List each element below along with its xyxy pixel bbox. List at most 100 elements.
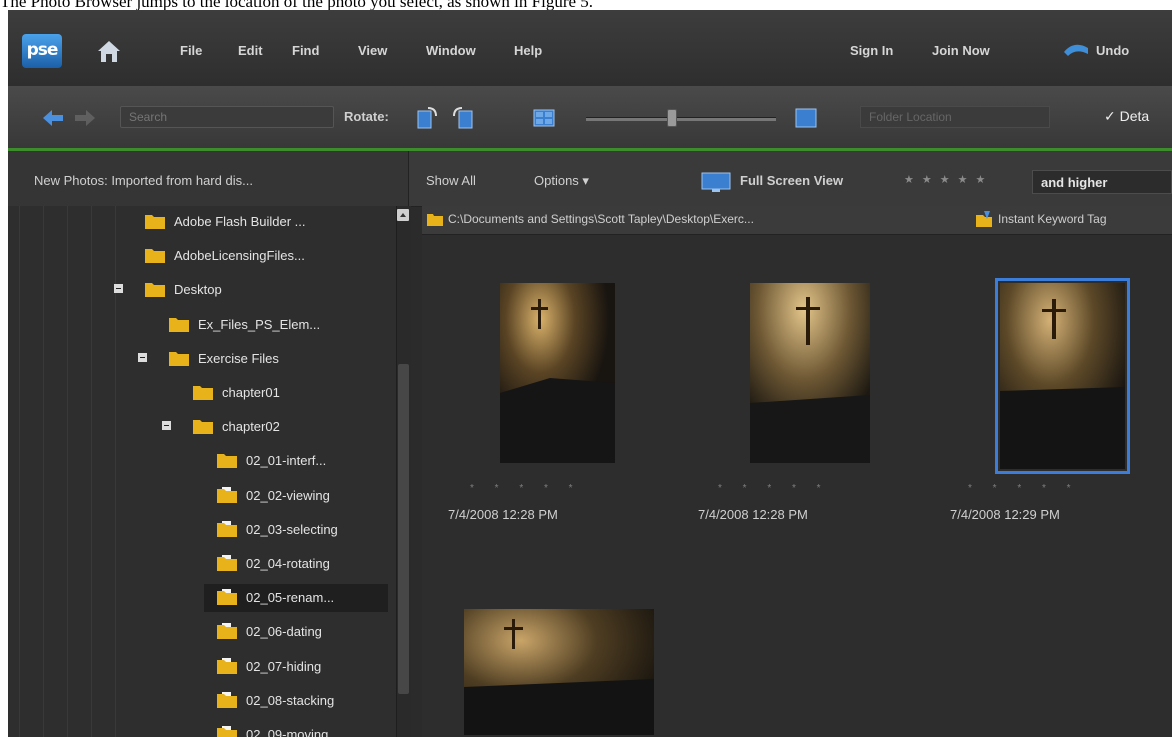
photo-thumbnail[interactable] <box>500 283 615 463</box>
folder-location-field[interactable]: Folder Location <box>860 106 1050 128</box>
rotate-right-icon[interactable] <box>452 106 476 130</box>
home-icon[interactable] <box>96 38 122 64</box>
folder-icon <box>217 454 237 469</box>
rotate-label: Rotate: <box>344 109 389 124</box>
folder-tree-item[interactable]: 02_05-renam... <box>204 584 388 613</box>
photo-grid: * * * * * 7/4/2008 12:28 PM * * * * * 7/… <box>422 235 1172 737</box>
collapse-toggle-icon[interactable] <box>138 352 147 362</box>
sign-in-link[interactable]: Sign In <box>850 43 893 58</box>
folder-tree-item[interactable]: 02_09-moving <box>8 721 388 737</box>
folder-tree-label: chapter01 <box>222 385 280 400</box>
options-menu[interactable]: Options ▾ <box>534 173 589 189</box>
photo-date: 7/4/2008 12:29 PM <box>950 507 1060 522</box>
folder-icon <box>217 589 237 606</box>
folder-tree-item[interactable]: 02_01-interf... <box>8 447 388 475</box>
photo-rating[interactable]: * * * * * <box>470 483 582 494</box>
folder-tree-item[interactable]: 02_07-hiding <box>8 653 388 681</box>
menu-help[interactable]: Help <box>514 43 542 58</box>
folder-icon <box>217 726 237 737</box>
folder-tree-item[interactable]: 02_04-rotating <box>8 550 388 578</box>
folder-tree-label: Adobe Flash Builder ... <box>174 214 306 229</box>
folder-tree-item[interactable]: Exercise Files <box>8 345 388 373</box>
photo-thumbnail-selected[interactable] <box>995 278 1130 474</box>
photo-rating[interactable]: * * * * * <box>718 483 830 494</box>
folder-tree-item[interactable]: chapter01 <box>8 379 388 407</box>
search-input[interactable] <box>120 106 334 128</box>
folder-icon <box>217 486 237 503</box>
rating-filter-stars[interactable]: ★★★★★ <box>904 173 993 186</box>
figure-caption: The Photo Browser jumps to the location … <box>0 0 594 10</box>
path-bar: C:\Documents and Settings\Scott Tapley\D… <box>422 206 1172 235</box>
folder-icon <box>145 249 165 264</box>
photo-thumbnail[interactable] <box>750 283 870 463</box>
folder-tree-item[interactable]: chapter02 <box>8 413 388 441</box>
menu-bar: pse File Edit Find View Window Help Sign… <box>8 10 1172 86</box>
folder-tree-label: 02_05-renam... <box>246 590 335 606</box>
details-label: Deta <box>1119 108 1150 124</box>
scroll-thumb[interactable] <box>398 364 409 694</box>
scroll-up-button[interactable] <box>397 209 409 221</box>
folder-icon <box>169 317 189 332</box>
folder-icon <box>217 520 237 537</box>
folder-tree-item[interactable]: Desktop <box>8 276 388 304</box>
folder-tree-label: 02_07-hiding <box>246 658 322 674</box>
rotate-left-icon[interactable] <box>414 106 438 130</box>
folder-tree-item[interactable]: 02_06-dating <box>8 618 388 646</box>
folder-icon <box>427 214 443 226</box>
back-arrow-icon[interactable] <box>42 109 64 127</box>
folder-tree-label: chapter02 <box>222 419 280 435</box>
folder-icon <box>145 283 165 298</box>
folder-tree-label: Desktop <box>174 282 222 298</box>
rating-filter-select[interactable]: and higher <box>1032 170 1172 194</box>
instant-keyword-tag-button[interactable]: Instant Keyword Tag <box>998 212 1107 226</box>
details-checkbox[interactable]: ✓ Deta <box>1104 108 1149 125</box>
folder-icon <box>193 386 213 400</box>
photo-browser-window: pse File Edit Find View Window Help Sign… <box>8 10 1172 737</box>
undo-icon[interactable] <box>1060 40 1092 60</box>
import-batch-label[interactable]: New Photos: Imported from hard dis... <box>34 173 253 188</box>
folder-tree-label: 02_09-moving <box>246 727 329 737</box>
folder-tree-item[interactable]: 02_03-selecting <box>8 516 388 544</box>
folder-tree-item[interactable]: Adobe Flash Builder ... <box>8 208 388 236</box>
folder-icon <box>217 691 237 708</box>
photo-date: 7/4/2008 12:28 PM <box>448 507 558 522</box>
large-thumbnail-icon[interactable] <box>794 106 818 130</box>
keyword-tag-icon[interactable] <box>974 209 994 229</box>
collapse-toggle-icon[interactable] <box>162 421 171 431</box>
join-now-link[interactable]: Join Now <box>932 43 990 58</box>
folder-tree-panel: Adobe Flash Builder ... AdobeLicensingFil… <box>8 206 411 737</box>
folder-tree-label: Exercise Files <box>198 350 279 366</box>
folder-tree-label: AdobeLicensingFiles... <box>174 248 305 264</box>
small-thumbnails-icon[interactable] <box>532 106 556 130</box>
menu-edit[interactable]: Edit <box>238 43 263 58</box>
folder-icon <box>193 420 213 435</box>
photo-rating[interactable]: * * * * * <box>968 483 1080 494</box>
folder-tree-item[interactable]: 02_08-stacking <box>8 687 388 715</box>
folder-tree-item[interactable]: 02_02-viewing <box>8 482 388 510</box>
forward-arrow-icon[interactable] <box>74 109 96 127</box>
folder-icon <box>145 215 165 229</box>
menu-file[interactable]: File <box>180 43 202 58</box>
full-screen-icon[interactable] <box>700 171 732 193</box>
folder-icon <box>169 351 189 366</box>
folder-tree-item[interactable]: Ex_Files_PS_Elem... <box>8 311 388 339</box>
menu-find[interactable]: Find <box>292 43 319 58</box>
filter-bar: New Photos: Imported from hard dis... Sh… <box>8 151 1172 207</box>
menu-window[interactable]: Window <box>426 43 476 58</box>
menu-view[interactable]: View <box>358 43 387 58</box>
folder-tree-item[interactable]: AdobeLicensingFiles... <box>8 242 388 270</box>
full-screen-view-button[interactable]: Full Screen View <box>740 173 843 188</box>
collapse-toggle-icon[interactable] <box>114 284 123 294</box>
show-all-button[interactable]: Show All <box>426 173 476 188</box>
toolbar: Rotate: Folder Location ✓ Deta <box>8 86 1172 151</box>
folder-tree-label: 02_04-rotating <box>246 556 330 571</box>
folder-path: C:\Documents and Settings\Scott Tapley\D… <box>448 212 754 226</box>
folder-tree-label: 02_01-interf... <box>246 453 327 469</box>
zoom-slider-track[interactable] <box>586 117 776 121</box>
zoom-slider-thumb[interactable] <box>667 109 677 127</box>
folder-tree-label: 02_02-viewing <box>246 487 330 503</box>
photo-date: 7/4/2008 12:28 PM <box>698 507 808 522</box>
folder-icon <box>217 657 237 674</box>
photo-thumbnail[interactable] <box>464 609 654 735</box>
undo-button[interactable]: Undo <box>1096 43 1129 58</box>
